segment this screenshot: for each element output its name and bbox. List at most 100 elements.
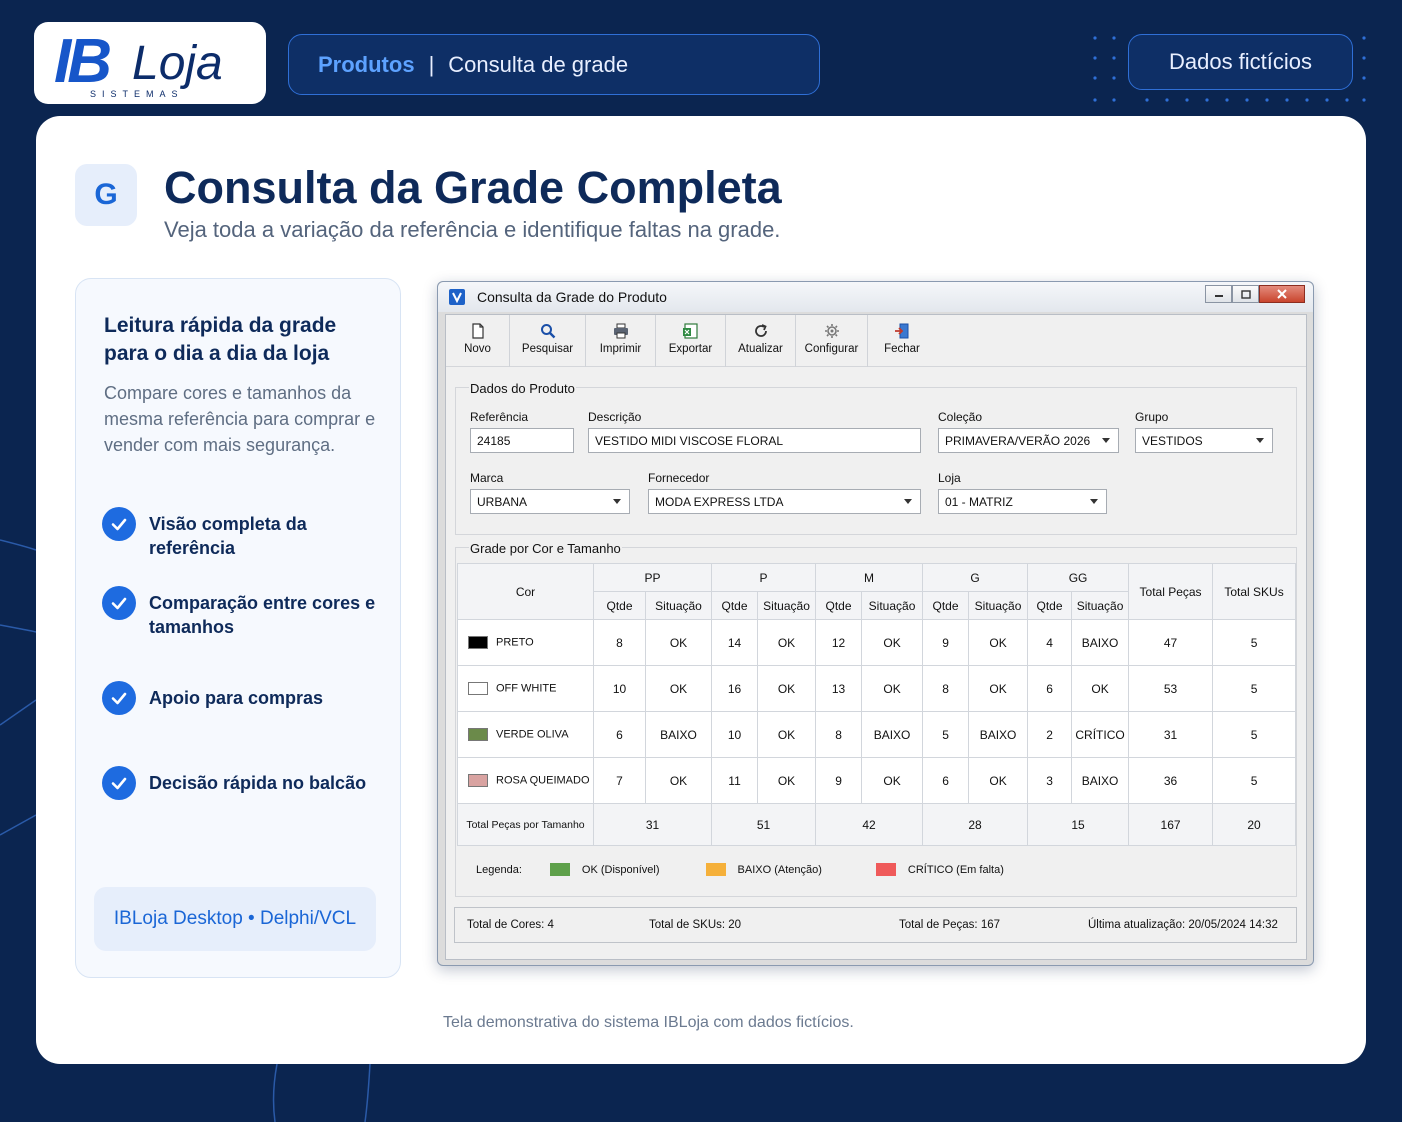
qtde-cell: 6 (922, 757, 970, 804)
cor-cell: OFF WHITE (457, 665, 594, 712)
settings-label: Configurar (804, 343, 859, 355)
header-qtde[interactable]: Qtde (922, 591, 970, 620)
loja-label: Loja (938, 471, 961, 485)
referencia-field[interactable]: 24185 (470, 428, 574, 453)
feature-item: Comparação entre cores e tamanhos (102, 586, 385, 639)
close-form-label: Fechar (884, 343, 920, 355)
table-row[interactable]: OFF WHITE 10 OK 16 OK 13 OK 8 OK 6 OK 53 5 (457, 665, 1297, 712)
refresh-button[interactable]: Atualizar (726, 315, 796, 367)
breadcrumb-section[interactable]: Produtos (318, 52, 415, 78)
header-cor[interactable]: Cor (457, 563, 594, 620)
situacao-cell: BAIXO (1071, 757, 1130, 804)
header-size[interactable]: P (711, 563, 817, 592)
header-situacao[interactable]: Situação (861, 591, 924, 620)
status-bar: Total de Cores: 4 Total de SKUs: 20 Tota… (454, 907, 1297, 943)
qtde-cell: 8 (593, 619, 646, 666)
status-total-pecas: Total de Peças: 167 (899, 919, 1001, 931)
check-icon (102, 507, 136, 541)
demo-data-badge: Dados fictícios (1128, 34, 1353, 90)
close-button[interactable] (1259, 285, 1305, 303)
header-qtde[interactable]: Qtde (815, 591, 863, 620)
situacao-cell: OK (968, 757, 1029, 804)
situacao-cell: OK (968, 665, 1029, 712)
feature-label: Visão completa da referência (149, 514, 307, 558)
header-size[interactable]: M (815, 563, 924, 592)
header-situacao[interactable]: Situação (644, 591, 713, 620)
minimize-button[interactable] (1205, 285, 1232, 303)
legend-swatch-baixo (705, 863, 726, 876)
chevron-down-icon (613, 499, 621, 504)
close-form-button[interactable]: Fechar (868, 315, 936, 367)
refresh-label: Atualizar (738, 343, 783, 355)
grade-table: Cor PP P M G GG Total Peças Total SKUs Q… (457, 563, 1297, 846)
settings-button[interactable]: Configurar (796, 315, 868, 367)
header-total-pecas[interactable]: Total Peças (1128, 563, 1214, 620)
maximize-button[interactable] (1232, 285, 1259, 303)
search-button[interactable]: Pesquisar (510, 315, 586, 367)
colecao-label: Coleção (938, 410, 983, 424)
logo-subtitle: SISTEMAS (90, 89, 184, 99)
cor-cell: PRETO (457, 619, 594, 666)
marca-label: Marca (470, 471, 504, 485)
cor-name: PRETO (496, 636, 534, 649)
fornecedor-select[interactable]: MODA EXPRESS LTDA (648, 489, 921, 514)
header-situacao[interactable]: Situação (757, 591, 817, 620)
totals-label: Total Peças por Tamanho (457, 803, 594, 846)
benefits-heading: Leitura rápida da grade para o dia a dia… (104, 314, 337, 365)
descricao-label: Descrição (588, 410, 642, 424)
header-total-skus[interactable]: Total SKUs (1212, 563, 1297, 620)
qtde-cell: 4 (1027, 619, 1073, 666)
qtde-cell: 8 (815, 711, 863, 758)
marca-select[interactable]: URBANA (470, 489, 630, 514)
qtde-cell: 9 (922, 619, 970, 666)
status-last-update: Última atualização: 20/05/2024 14:32 (1088, 919, 1278, 931)
situacao-cell: OK (644, 665, 713, 712)
export-button[interactable]: Exportar (656, 315, 726, 367)
header-situacao[interactable]: Situação (968, 591, 1029, 620)
new-button[interactable]: Novo (446, 315, 510, 367)
window-titlebar[interactable]: Consulta da Grade do Produto (438, 282, 1313, 312)
header-qtde[interactable]: Qtde (711, 591, 759, 620)
product-data-title: Dados do Produto (469, 381, 576, 396)
header-size[interactable]: PP (592, 563, 713, 592)
gear-icon (824, 324, 839, 338)
header-size[interactable]: GG (1027, 563, 1130, 592)
check-icon (102, 681, 136, 715)
chevron-down-icon (1256, 438, 1264, 443)
colecao-select[interactable]: PRIMAVERA/VERÃO 2026 (938, 428, 1119, 453)
legend-critico: CRÍTICO (Em falta) (907, 863, 1004, 876)
color-swatch (468, 728, 488, 741)
loja-select[interactable]: 01 - MATRIZ (938, 489, 1107, 514)
feature-label: Decisão rápida no balcão (149, 773, 367, 793)
header-size[interactable]: G (922, 563, 1029, 592)
printer-icon (613, 323, 628, 339)
total-pecas-cell: 31 (1128, 711, 1214, 758)
fornecedor-value: MODA EXPRESS LTDA (655, 494, 784, 509)
header-qtde[interactable]: Qtde (593, 591, 646, 620)
check-icon (102, 586, 136, 620)
window-title: Consulta da Grade do Produto (477, 289, 667, 305)
table-row[interactable]: ROSA QUEIMADO 7 OK 11 OK 9 OK 6 OK 3 BAIXO 36 5 (457, 757, 1297, 804)
grupo-select[interactable]: VESTIDOS (1135, 428, 1273, 453)
header-situacao[interactable]: Situação (1071, 591, 1130, 620)
table-row[interactable]: VERDE OLIVA 6 BAIXO 10 OK 8 BAIXO 5 BAIXO 2 CRÍTIC… (457, 711, 1297, 758)
situacao-cell: OK (861, 619, 924, 666)
situacao-cell: OK (757, 757, 817, 804)
cor-name: ROSA QUEIMADO (496, 774, 590, 787)
table-row[interactable]: PRETO 8 OK 14 OK 12 OK 9 OK 4 BAIXO 47 5 (457, 619, 1297, 666)
exit-door-icon (895, 323, 909, 339)
print-button[interactable]: Imprimir (586, 315, 656, 367)
footnote: Tela demonstrativa do sistema IBLoja com… (443, 1014, 854, 1031)
colecao-value: PRIMAVERA/VERÃO 2026 (945, 433, 1091, 448)
search-label: Pesquisar (521, 343, 574, 355)
descricao-field[interactable]: VESTIDO MIDI VISCOSE FLORAL (588, 428, 921, 453)
qtde-cell: 6 (593, 711, 646, 758)
status-total-cores: Total de Cores: 4 (467, 919, 554, 931)
qtde-cell: 2 (1027, 711, 1073, 758)
referencia-label: Referência (470, 410, 529, 424)
chevron-down-icon (904, 499, 912, 504)
benefits-text: Compare cores e tamanhos da mesma referê… (104, 383, 376, 455)
new-file-icon (471, 323, 484, 339)
descricao-value: VESTIDO MIDI VISCOSE FLORAL (595, 433, 784, 448)
header-qtde[interactable]: Qtde (1027, 591, 1073, 620)
